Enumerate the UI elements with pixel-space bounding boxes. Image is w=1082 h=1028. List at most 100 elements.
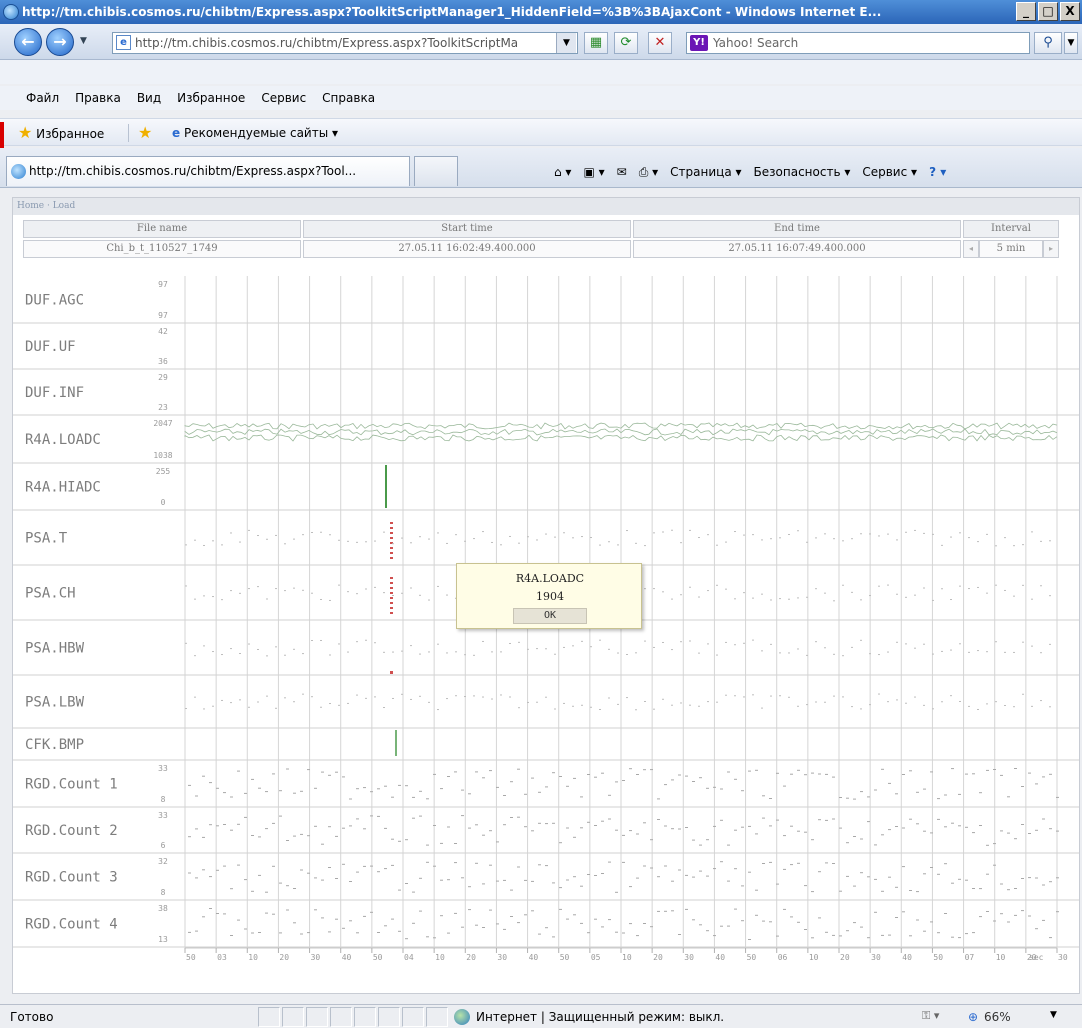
end-time-value[interactable]: 27.05.11 16:07:49.400.000	[633, 240, 961, 258]
psa-dot	[662, 591, 664, 593]
interval-prev-button[interactable]: ◂	[963, 240, 979, 258]
zoom-dropdown-icon[interactable]: ▼	[1050, 1010, 1057, 1020]
security-zone[interactable]: Интернет | Защищенный режим: выкл.	[452, 1008, 906, 1026]
rgd-count-point	[734, 868, 737, 870]
psa-dot	[761, 593, 763, 595]
psa-dot	[590, 646, 592, 648]
page-menu[interactable]: Страница ▾	[664, 162, 747, 182]
recommended-sites-button[interactable]: e Рекомендуемые сайты ▾	[172, 123, 338, 143]
psa-dot	[896, 593, 898, 595]
forward-button[interactable]: →	[46, 28, 74, 56]
rgd-count-point	[1049, 937, 1052, 939]
psa-dot	[185, 708, 187, 710]
history-dropdown-icon[interactable]: ▼	[80, 36, 87, 46]
rgd-count-point	[629, 830, 632, 832]
close-button[interactable]: X	[1060, 2, 1080, 21]
add-favorite-button[interactable]: ★	[138, 123, 152, 144]
rgd-count-point	[363, 865, 366, 867]
rgd-count-point	[643, 822, 646, 824]
stop-icon[interactable]: ✕	[648, 32, 672, 54]
favorites-button[interactable]: ★ Избранное	[18, 123, 104, 144]
menu-tools[interactable]: Сервис	[253, 87, 314, 109]
maximize-button[interactable]: □	[1038, 2, 1058, 21]
rgd-count-point	[244, 792, 247, 794]
menu-help[interactable]: Справка	[314, 87, 383, 109]
rgd-count-point	[622, 861, 625, 863]
rgd-count-point	[517, 922, 520, 924]
mail-icon[interactable]: ✉	[611, 162, 633, 182]
search-dropdown-icon[interactable]: ▼	[1064, 32, 1078, 54]
ok-button[interactable]: OK	[513, 608, 587, 624]
rgd-count-point	[958, 937, 961, 939]
rgd-count-point	[622, 932, 625, 934]
service-menu[interactable]: Сервис ▾	[856, 162, 923, 182]
rgd-count-point	[713, 868, 716, 870]
new-tab-button[interactable]	[414, 156, 458, 186]
help-icon[interactable]: ? ▾	[923, 162, 952, 182]
rgd-count-point	[1049, 828, 1052, 830]
rgd-count-point	[1000, 883, 1003, 885]
rgd-count-point	[447, 932, 450, 934]
rgd-count-point	[902, 827, 905, 829]
rgd-count-point	[265, 891, 268, 893]
x-tick-label: 10	[435, 953, 445, 962]
search-input[interactable]: Y! Yahoo! Search	[686, 32, 1030, 54]
compatibility-icon[interactable]: ▦	[584, 32, 608, 54]
rgd-count-point	[531, 880, 534, 882]
search-icon[interactable]: ⚲	[1034, 32, 1062, 54]
psa-dot	[221, 544, 223, 546]
psa-dot	[869, 653, 871, 655]
psa-dot	[734, 531, 736, 533]
menu-file[interactable]: Файл	[18, 87, 67, 109]
x-tick-label: 30	[311, 953, 321, 962]
psa-dot	[392, 594, 394, 596]
psa-dot	[761, 707, 763, 709]
address-input[interactable]: e http://tm.chibis.cosmos.ru/chibtm/Expr…	[112, 32, 578, 54]
rgd-count-point	[447, 879, 450, 881]
rgd-count-point	[923, 873, 926, 875]
window-controls: _ □ X	[1016, 2, 1080, 21]
psa-dot	[356, 694, 358, 696]
start-time-value[interactable]: 27.05.11 16:02:49.400.000	[303, 240, 631, 258]
protected-mode-icon[interactable]: ⚿ ▾	[922, 1009, 939, 1023]
tab-express[interactable]: http://tm.chibis.cosmos.ru/chibtm/Expres…	[6, 156, 410, 186]
zoom-control[interactable]: ⊕ 66%	[968, 1008, 1038, 1026]
menu-favorites[interactable]: Избранное	[169, 87, 253, 109]
minimize-button[interactable]: _	[1016, 2, 1036, 21]
rgd-count-point	[580, 885, 583, 887]
psa-dot	[320, 706, 322, 708]
back-button[interactable]: ←	[14, 28, 42, 56]
psa-dot	[986, 651, 988, 653]
psa-dot	[563, 646, 565, 648]
psa-dot	[284, 697, 286, 699]
menu-view[interactable]: Вид	[129, 87, 169, 109]
interval-value[interactable]: 5 min	[979, 240, 1043, 258]
rgd-count-point	[937, 932, 940, 934]
menu-edit[interactable]: Правка	[67, 87, 129, 109]
rgd-count-point	[895, 917, 898, 918]
rgd-count-point	[916, 891, 919, 893]
rgd-count-point	[671, 910, 674, 912]
feeds-icon[interactable]: ▣ ▾	[577, 162, 610, 182]
interval-next-button[interactable]: ▸	[1043, 240, 1059, 258]
psa-dot	[608, 648, 610, 650]
star-icon: ★	[18, 123, 33, 142]
psa-dot	[905, 531, 907, 533]
address-dropdown-button[interactable]: ▼	[556, 33, 576, 53]
rgd-count-point	[566, 879, 569, 881]
psa-dot	[914, 594, 916, 596]
rgd-count-point	[993, 920, 996, 922]
safety-menu[interactable]: Безопасность ▾	[748, 162, 857, 182]
rgd-count-point	[531, 777, 534, 779]
psa-dot	[455, 695, 457, 697]
rgd-count-point	[853, 922, 856, 924]
rgd-count-point	[874, 789, 877, 791]
print-icon[interactable]: ⎙ ▾	[633, 162, 664, 182]
rgd-count-point	[993, 864, 996, 866]
rgd-count-point	[944, 794, 947, 796]
psa-dot	[635, 542, 637, 544]
psa-dot	[743, 534, 745, 536]
home-icon[interactable]: ⌂ ▾	[548, 162, 577, 182]
refresh-icon[interactable]: ⟳	[614, 32, 638, 54]
rgd-count-point	[951, 882, 954, 884]
